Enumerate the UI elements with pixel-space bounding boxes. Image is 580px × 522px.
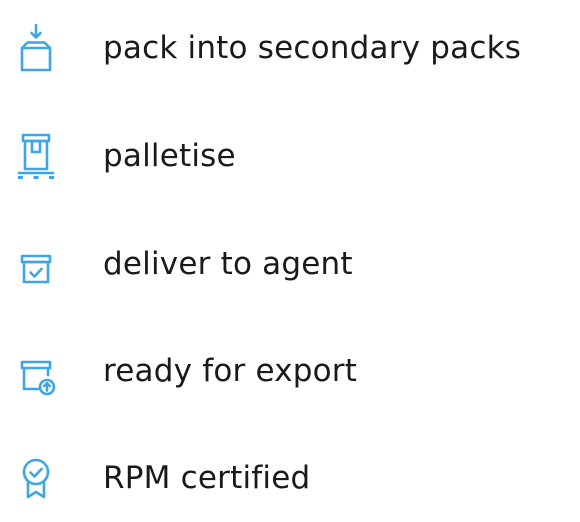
step-pack-into-secondary-packs: pack into secondary packs [0, 14, 580, 84]
process-step-list: pack into secondary packs palletise deli… [0, 0, 580, 522]
box-check-icon [8, 237, 64, 293]
box-arrow-down-icon [8, 21, 64, 77]
certified-badge-icon [8, 451, 64, 507]
box-on-pallet-icon [8, 129, 64, 185]
step-label: deliver to agent [103, 246, 353, 282]
step-label: palletise [103, 138, 236, 174]
step-label: pack into secondary packs [103, 30, 522, 66]
step-label: RPM certified [103, 460, 311, 496]
step-rpm-certified: RPM certified [0, 444, 580, 514]
step-label: ready for export [103, 353, 358, 389]
box-upload-icon [8, 344, 64, 400]
step-ready-for-export: ready for export [0, 337, 580, 407]
step-deliver-to-agent: deliver to agent [0, 230, 580, 300]
step-palletise: palletise [0, 122, 580, 192]
